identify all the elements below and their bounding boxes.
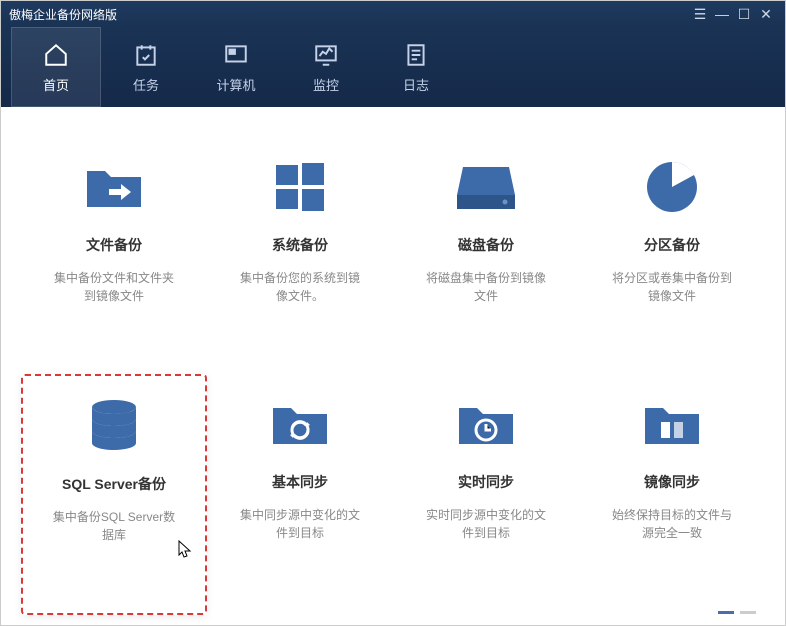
list-icon[interactable]: ☰	[689, 6, 711, 23]
nav-label: 任务	[133, 75, 159, 94]
content-area: 文件备份 集中备份文件和文件夹到镜像文件 系统备份 集中备份您的系统到镜像文件。…	[1, 107, 785, 625]
card-desc: 集中备份您的系统到镜像文件。	[235, 269, 365, 305]
card-desc: 将分区或卷集中备份到镜像文件	[607, 269, 737, 305]
card-partition-backup[interactable]: 分区备份 将分区或卷集中备份到镜像文件	[579, 137, 765, 374]
nav-monitor[interactable]: 监控	[281, 27, 371, 107]
card-grid: 文件备份 集中备份文件和文件夹到镜像文件 系统备份 集中备份您的系统到镜像文件。…	[21, 137, 765, 615]
footer-indicator	[718, 611, 756, 614]
card-desc: 始终保持目标的文件与源完全一致	[607, 506, 737, 542]
card-title: 实时同步	[458, 472, 514, 492]
nav-label: 首页	[43, 75, 69, 94]
card-desc: 将磁盘集中备份到镜像文件	[421, 269, 551, 305]
card-mirror-sync[interactable]: 镜像同步 始终保持目标的文件与源完全一致	[579, 374, 765, 615]
logs-icon	[402, 41, 430, 69]
card-title: 文件备份	[86, 235, 142, 255]
card-disk-backup[interactable]: 磁盘备份 将磁盘集中备份到镜像文件	[393, 137, 579, 374]
database-icon	[84, 396, 144, 456]
nav-logs[interactable]: 日志	[371, 27, 461, 107]
page-dot-active	[718, 611, 734, 614]
card-desc: 集中同步源中变化的文件到目标	[235, 506, 365, 542]
nav-computers[interactable]: 计算机	[191, 27, 281, 107]
navbar: 首页 任务 计算机 监控 日志	[1, 27, 785, 107]
card-system-backup[interactable]: 系统备份 集中备份您的系统到镜像文件。	[207, 137, 393, 374]
close-button[interactable]: ✕	[755, 6, 777, 23]
computer-icon	[222, 41, 250, 69]
nav-label: 监控	[313, 75, 339, 94]
pie-icon	[642, 157, 702, 217]
minimize-button[interactable]: —	[711, 6, 733, 22]
card-title: 分区备份	[644, 235, 700, 255]
folder-clock-icon	[456, 394, 516, 454]
tasks-icon	[132, 41, 160, 69]
card-title: 镜像同步	[644, 472, 700, 492]
card-title: 系统备份	[272, 235, 328, 255]
card-title: 基本同步	[272, 472, 328, 492]
app-title: 傲梅企业备份网络版	[9, 6, 689, 23]
card-desc: 集中备份SQL Server数据库	[49, 508, 179, 544]
monitor-icon	[312, 41, 340, 69]
card-file-backup[interactable]: 文件备份 集中备份文件和文件夹到镜像文件	[21, 137, 207, 374]
card-title: SQL Server备份	[62, 474, 166, 494]
card-desc: 集中备份文件和文件夹到镜像文件	[49, 269, 179, 305]
nav-tasks[interactable]: 任务	[101, 27, 191, 107]
folder-arrow-icon	[84, 157, 144, 217]
nav-label: 计算机	[216, 75, 255, 94]
nav-label: 日志	[403, 75, 429, 94]
titlebar: 傲梅企业备份网络版 ☰ — ☐ ✕	[1, 1, 785, 27]
windows-icon	[270, 157, 330, 217]
folder-sync-icon	[270, 394, 330, 454]
card-title: 磁盘备份	[458, 235, 514, 255]
card-desc: 实时同步源中变化的文件到目标	[421, 506, 551, 542]
maximize-button[interactable]: ☐	[733, 6, 755, 23]
page-dot	[740, 611, 756, 614]
folder-mirror-icon	[642, 394, 702, 454]
disk-icon	[456, 157, 516, 217]
card-sql-backup[interactable]: SQL Server备份 集中备份SQL Server数据库	[21, 374, 207, 615]
card-basic-sync[interactable]: 基本同步 集中同步源中变化的文件到目标	[207, 374, 393, 615]
home-icon	[42, 41, 70, 69]
card-realtime-sync[interactable]: 实时同步 实时同步源中变化的文件到目标	[393, 374, 579, 615]
nav-home[interactable]: 首页	[11, 27, 101, 107]
